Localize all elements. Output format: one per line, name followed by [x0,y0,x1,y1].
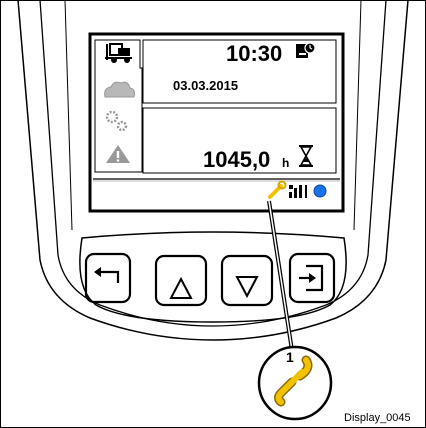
back-button [84,252,132,304]
figure-id-label: Display_0045 [344,412,411,424]
up-triangle-icon [169,276,193,299]
hours-unit-label: h [282,156,290,170]
enter-icon [299,264,324,292]
back-arrow-icon [94,267,120,283]
date-display: 03.03.2015 [173,78,239,93]
status-dot-icon [313,184,327,198]
callout-number: 1 [286,349,294,365]
operating-hours-display: 1045,0 [203,147,271,172]
time-display: 10:30 [226,41,283,66]
display-diagram [0,0,426,428]
down-triangle-icon [235,276,259,299]
